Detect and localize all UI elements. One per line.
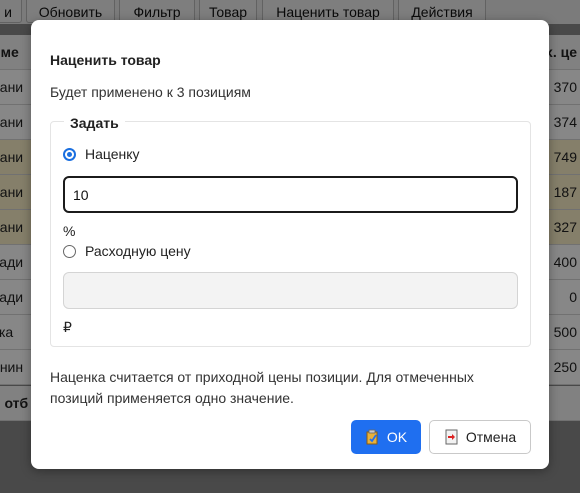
cost-radio-option[interactable]: Расходную цену	[63, 243, 191, 259]
exit-door-icon	[445, 429, 458, 445]
group-legend: Задать	[64, 115, 125, 131]
cancel-button[interactable]: Отмена	[429, 420, 531, 454]
cost-radio[interactable]	[63, 244, 76, 258]
markup-input[interactable]	[63, 176, 518, 213]
cost-unit: ₽	[63, 319, 72, 335]
ok-button[interactable]: OK	[351, 420, 421, 454]
markup-radio-option[interactable]: Наценку	[63, 146, 140, 162]
markup-unit: %	[63, 223, 76, 239]
ok-label: OK	[386, 429, 408, 445]
set-group: Задать Наценку % Расходную цену ₽	[50, 115, 531, 347]
markup-dialog: Наценить товар Будет применено к 3 позиц…	[31, 20, 549, 469]
cost-radio-label: Расходную цену	[85, 243, 191, 259]
cancel-label: Отмена	[465, 429, 517, 445]
markup-radio[interactable]	[63, 147, 76, 161]
dialog-subtitle: Будет применено к 3 позициям	[50, 84, 251, 100]
checklist-icon	[366, 429, 378, 445]
help-note: Наценка считается от приходной цены пози…	[50, 369, 474, 406]
dialog-title: Наценить товар	[50, 52, 161, 68]
markup-radio-label: Наценку	[85, 146, 140, 162]
cost-input[interactable]	[63, 272, 518, 309]
